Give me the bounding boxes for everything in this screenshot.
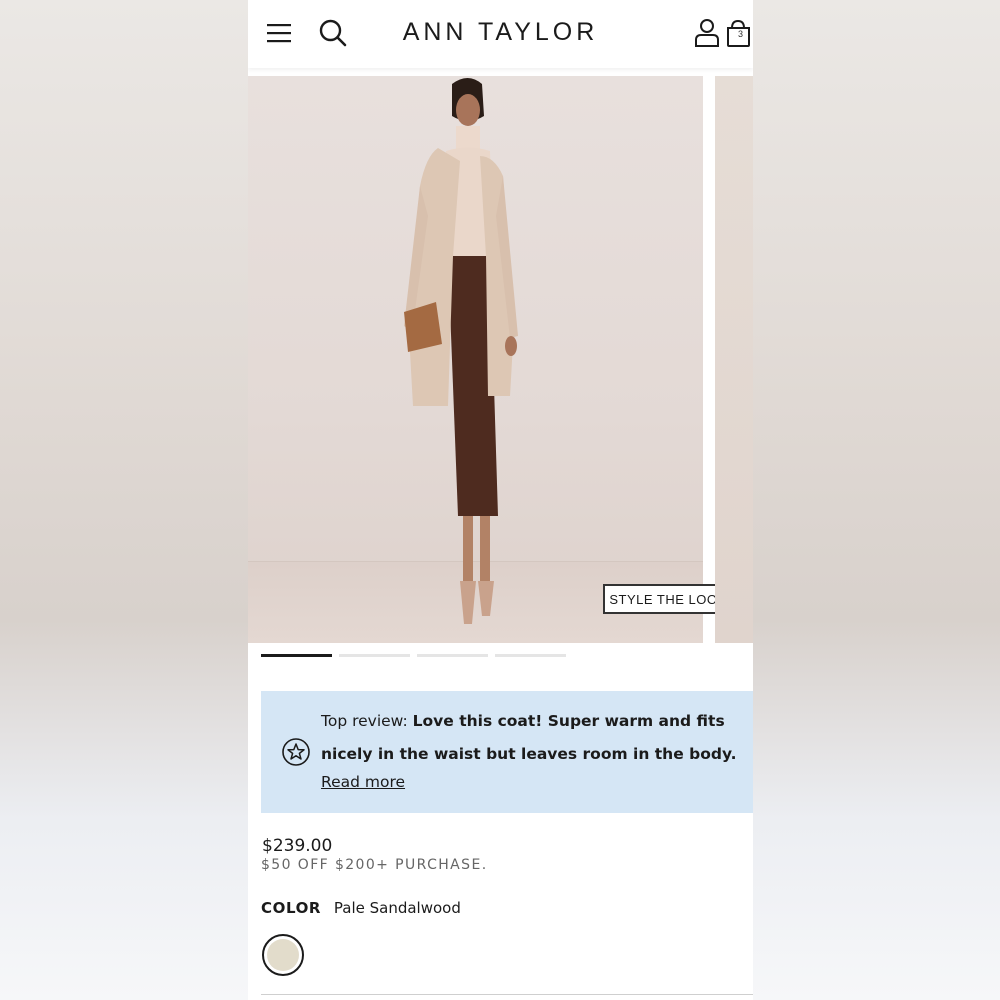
background-left (0, 0, 248, 1000)
product-image[interactable]: STYLE THE LOOK (248, 76, 733, 643)
divider (261, 994, 753, 995)
pagination-dot[interactable] (339, 654, 410, 657)
color-selector-label: COLOR Pale Sandalwood (261, 899, 461, 917)
product-price: $239.00 (262, 836, 333, 856)
account-icon[interactable] (692, 18, 722, 48)
carousel-pagination (261, 654, 566, 657)
site-header: ANN TAYLOR 3 (248, 0, 753, 68)
read-more-link[interactable]: Read more (321, 773, 405, 791)
pagination-dot[interactable] (417, 654, 488, 657)
product-image-carousel[interactable]: STYLE THE LOOK (248, 76, 753, 643)
brand-logo[interactable]: ANN TAYLOR (248, 18, 753, 47)
pagination-dot[interactable] (261, 654, 332, 657)
pagination-dot[interactable] (495, 654, 566, 657)
background-right (753, 0, 1000, 1000)
next-slide-preview[interactable] (715, 76, 753, 643)
top-review-banner: Top review: Love this coat! Super warm a… (261, 691, 753, 813)
product-page: ANN TAYLOR 3 STYLE THE LOOK Top review: … (248, 0, 753, 1000)
swatch-fill (267, 939, 299, 971)
style-the-look-button[interactable]: STYLE THE LOOK (603, 584, 733, 614)
bag-count-badge: 3 (738, 29, 744, 39)
model-figure (404, 78, 518, 624)
color-swatch-selected[interactable] (262, 934, 304, 976)
review-label: Top review: (321, 712, 408, 730)
color-label: COLOR (261, 899, 322, 917)
star-icon (282, 738, 310, 766)
promo-text: $50 OFF $200+ PURCHASE. (261, 857, 488, 873)
color-value: Pale Sandalwood (333, 899, 461, 917)
review-text: Top review: Love this coat! Super warm a… (321, 705, 741, 771)
